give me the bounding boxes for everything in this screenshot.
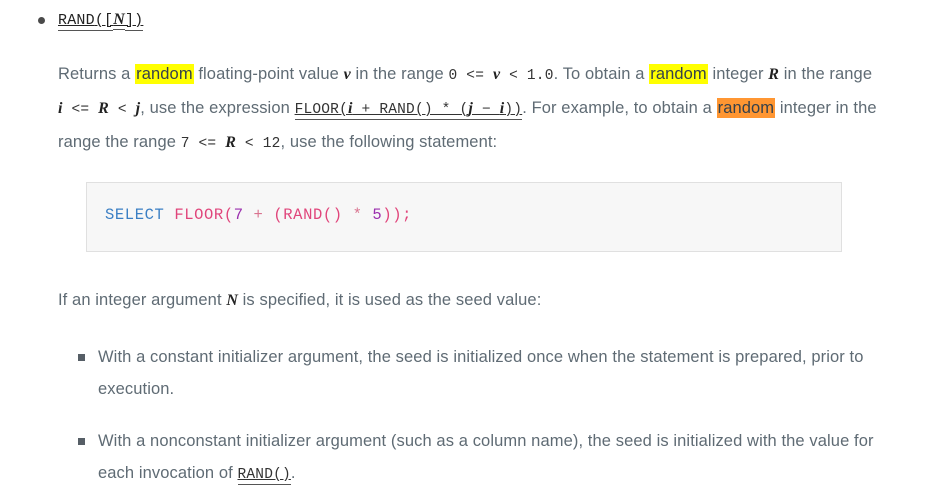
floor-part-c: −	[473, 102, 500, 118]
function-name: RAND	[58, 12, 95, 31]
square-bullet-icon	[78, 354, 85, 361]
documentation-page: RAND([N]) Returns a random floating-poin…	[0, 0, 937, 504]
sql-tail: ));	[382, 206, 413, 224]
para1-text-10: , use the following statement:	[280, 133, 498, 151]
sql-code-line: SELECT FLOOR(7 + (RAND() * 5));	[105, 205, 823, 225]
inline-code-lte: <=	[62, 102, 99, 118]
inline-code-range-upper: < 1.0	[500, 68, 554, 84]
sql-function-rand: RAND	[283, 206, 323, 224]
para1-text-7: , use the expression	[140, 99, 295, 117]
search-highlight-2: random	[649, 64, 708, 84]
para1-text-2: floating-point value	[193, 65, 344, 83]
floor-part-a: FLOOR(	[294, 102, 348, 118]
inline-code-seven-lte: 7 <=	[180, 136, 226, 152]
function-signature-link[interactable]: RAND([N])	[58, 0, 144, 31]
para2-text-2: is specified, it is used as the seed val…	[237, 291, 542, 309]
sql-number-5: 5	[372, 206, 383, 224]
rand-function-link[interactable]: RAND()	[237, 467, 291, 485]
variable-r-2: R	[98, 100, 109, 117]
para1-text-5: integer	[707, 65, 769, 83]
function-args-close: ])	[124, 12, 144, 31]
para1-text-4: . To obtain a	[553, 65, 650, 83]
seed-behavior-list: With a constant initializer argument, th…	[0, 341, 937, 491]
sql-operator-plus: +	[243, 206, 274, 224]
sql-keyword-select: SELECT	[105, 206, 165, 224]
search-highlight-active: random	[716, 98, 776, 118]
description-paragraph-1: Returns a random floating-point value v …	[0, 42, 937, 160]
variable-n-1: N	[226, 292, 238, 309]
sql-rand-parens: ()	[322, 206, 343, 224]
floor-part-d: ))	[504, 102, 523, 118]
list-item-text-1: With a nonconstant initializer argument …	[98, 432, 874, 482]
variable-r-3: R	[225, 134, 236, 151]
variable-v-1: v	[343, 66, 351, 83]
sql-function-floor: FLOOR	[174, 206, 224, 224]
para1-text-3: in the range	[350, 65, 449, 83]
function-arg-variable: N	[113, 11, 125, 30]
variable-r-1: R	[768, 66, 780, 83]
description-paragraph-2: If an integer argument N is specified, i…	[0, 284, 937, 317]
round-bullet-icon	[38, 17, 45, 24]
floor-part-b: + RAND() * (	[352, 102, 469, 118]
function-entry: RAND([N])	[0, 0, 937, 42]
square-bullet-icon	[78, 438, 85, 445]
inline-code-lt-twelve: < 12	[236, 136, 281, 152]
sql-paren-open-2: (	[273, 206, 284, 224]
function-args-open: ([	[94, 12, 114, 31]
inline-code-range-lower: 0 <=	[448, 68, 493, 84]
list-item: With a nonconstant initializer argument …	[0, 425, 937, 491]
list-item-text: With a constant initializer argument, th…	[98, 348, 864, 398]
inline-code-lt: <	[108, 102, 136, 118]
floor-expression-link[interactable]: FLOOR(i + RAND() * (j − i))	[294, 100, 523, 120]
sql-paren-open-1: (	[223, 206, 234, 224]
para1-text-1: Returns a	[58, 65, 136, 83]
sql-code-block[interactable]: SELECT FLOOR(7 + (RAND() * 5));	[86, 182, 842, 252]
para2-text-1: If an integer argument	[58, 291, 227, 309]
list-item: With a constant initializer argument, th…	[0, 341, 937, 405]
search-highlight-1: random	[135, 64, 194, 84]
sql-operator-star: *	[342, 206, 373, 224]
para1-text-8: . For example, to obtain a	[522, 99, 717, 117]
para1-text-6: in the range	[779, 65, 873, 83]
list-item-text-2: .	[290, 464, 296, 482]
sql-number-7: 7	[233, 206, 244, 224]
